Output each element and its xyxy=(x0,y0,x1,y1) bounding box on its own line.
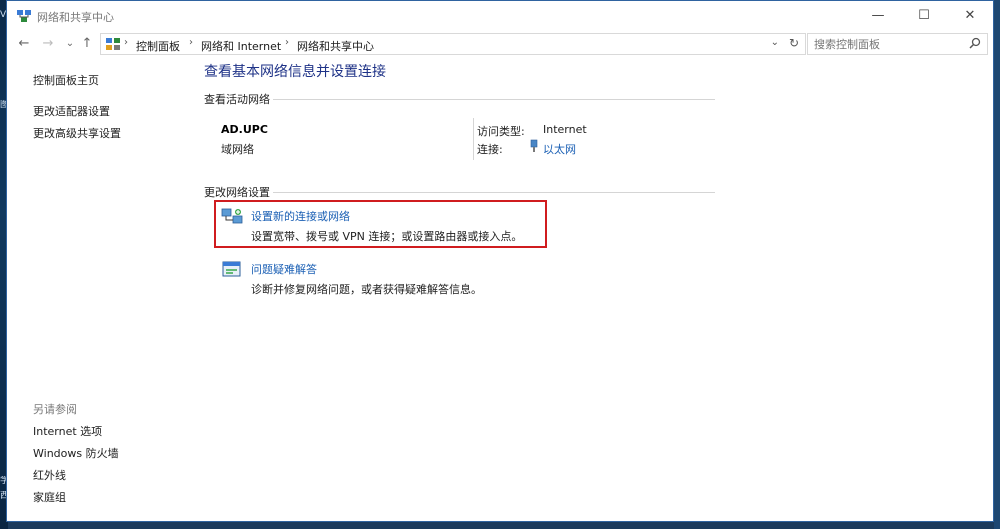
troubleshoot-problems-description: 诊断并修复网络问题，或者获得疑难解答信息。 xyxy=(251,283,482,296)
breadcrumb-control-panel[interactable]: 控制面板 xyxy=(136,38,180,54)
sidebar-change-adapter-settings[interactable]: 更改适配器设置 xyxy=(33,103,110,119)
address-row: ← → ⌄ ↑ › 控制面板 › 网络和 Internet › 网络和共享中心 … xyxy=(7,31,993,57)
desktop-background-right xyxy=(994,0,1000,529)
ethernet-connection-link[interactable]: 以太网 xyxy=(543,141,576,157)
maximize-button[interactable]: ☐ xyxy=(901,1,947,30)
see-also-infrared[interactable]: 红外线 xyxy=(33,467,66,483)
close-button[interactable]: ✕ xyxy=(947,1,993,30)
network-info-divider xyxy=(473,118,474,160)
forward-button[interactable]: → xyxy=(40,35,56,53)
network-category: 域网络 xyxy=(221,143,254,156)
recent-locations-button[interactable]: ⌄ xyxy=(62,35,78,53)
active-networks-label: 查看活动网络 xyxy=(204,93,270,106)
network-sharing-center-window: 网络和共享中心 — ☐ ✕ ← → ⌄ ↑ › 控制面板 › 网络和 Inter… xyxy=(6,0,994,522)
troubleshoot-problems-link[interactable]: 问题疑难解答 xyxy=(251,261,317,277)
section-divider xyxy=(273,99,715,100)
ethernet-icon xyxy=(530,139,538,152)
window-title: 网络和共享中心 xyxy=(37,11,114,24)
control-panel-icon xyxy=(106,38,120,50)
up-button[interactable]: ↑ xyxy=(79,35,95,53)
address-bar[interactable]: › 控制面板 › 网络和 Internet › 网络和共享中心 ⌄ ↻ xyxy=(100,33,806,55)
sidebar-change-advanced-sharing[interactable]: 更改高级共享设置 xyxy=(33,125,121,141)
address-dropdown-button[interactable]: ⌄ xyxy=(771,37,779,48)
troubleshoot-icon xyxy=(222,261,241,277)
setup-new-connection-link[interactable]: 设置新的连接或网络 xyxy=(251,208,350,224)
setup-new-connection-description: 设置宽带、拨号或 VPN 连接；或设置路由器或接入点。 xyxy=(251,230,523,243)
network-name: AD.UPC xyxy=(221,123,268,136)
back-button[interactable]: ← xyxy=(16,35,32,53)
access-type-value: Internet xyxy=(543,123,587,136)
connections-label: 连接: xyxy=(477,143,503,156)
breadcrumb-network-sharing-center[interactable]: 网络和共享中心 xyxy=(297,38,374,54)
breadcrumb-separator: › xyxy=(124,37,128,48)
network-center-icon xyxy=(17,10,31,22)
network-setup-icon xyxy=(221,208,243,224)
section-divider xyxy=(273,192,715,193)
page-title: 查看基本网络信息并设置连接 xyxy=(204,64,386,80)
refresh-button[interactable]: ↻ xyxy=(789,36,799,50)
search-box[interactable] xyxy=(807,33,988,55)
minimize-button[interactable]: — xyxy=(855,1,901,30)
breadcrumb-separator: › xyxy=(189,37,193,48)
search-input[interactable] xyxy=(814,37,964,51)
see-also-homegroup[interactable]: 家庭组 xyxy=(33,489,66,505)
sidebar-control-panel-home[interactable]: 控制面板主页 xyxy=(33,72,99,88)
search-icon[interactable] xyxy=(969,37,981,49)
see-also-internet-options[interactable]: Internet 选项 xyxy=(33,423,102,439)
change-settings-label: 更改网络设置 xyxy=(204,186,270,199)
breadcrumb-separator: › xyxy=(285,37,289,48)
access-type-label: 访问类型: xyxy=(477,125,525,138)
title-bar[interactable]: 网络和共享中心 — ☐ ✕ xyxy=(7,1,993,31)
see-also-heading: 另请参阅 xyxy=(33,403,77,416)
see-also-windows-firewall[interactable]: Windows 防火墙 xyxy=(33,445,119,461)
breadcrumb-network-internet[interactable]: 网络和 Internet xyxy=(201,38,281,54)
